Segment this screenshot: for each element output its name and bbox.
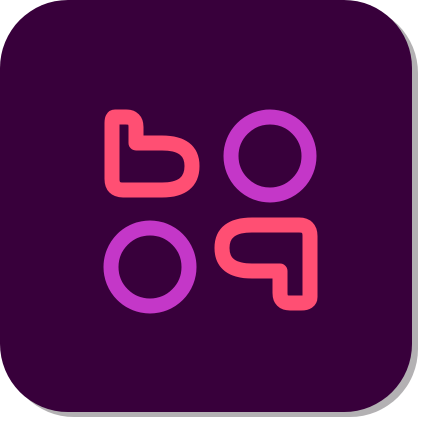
app-tile-graphic <box>0 0 418 417</box>
app-logo-icon <box>0 0 421 421</box>
tile-background <box>0 0 412 412</box>
app-icon-stage <box>0 0 421 421</box>
